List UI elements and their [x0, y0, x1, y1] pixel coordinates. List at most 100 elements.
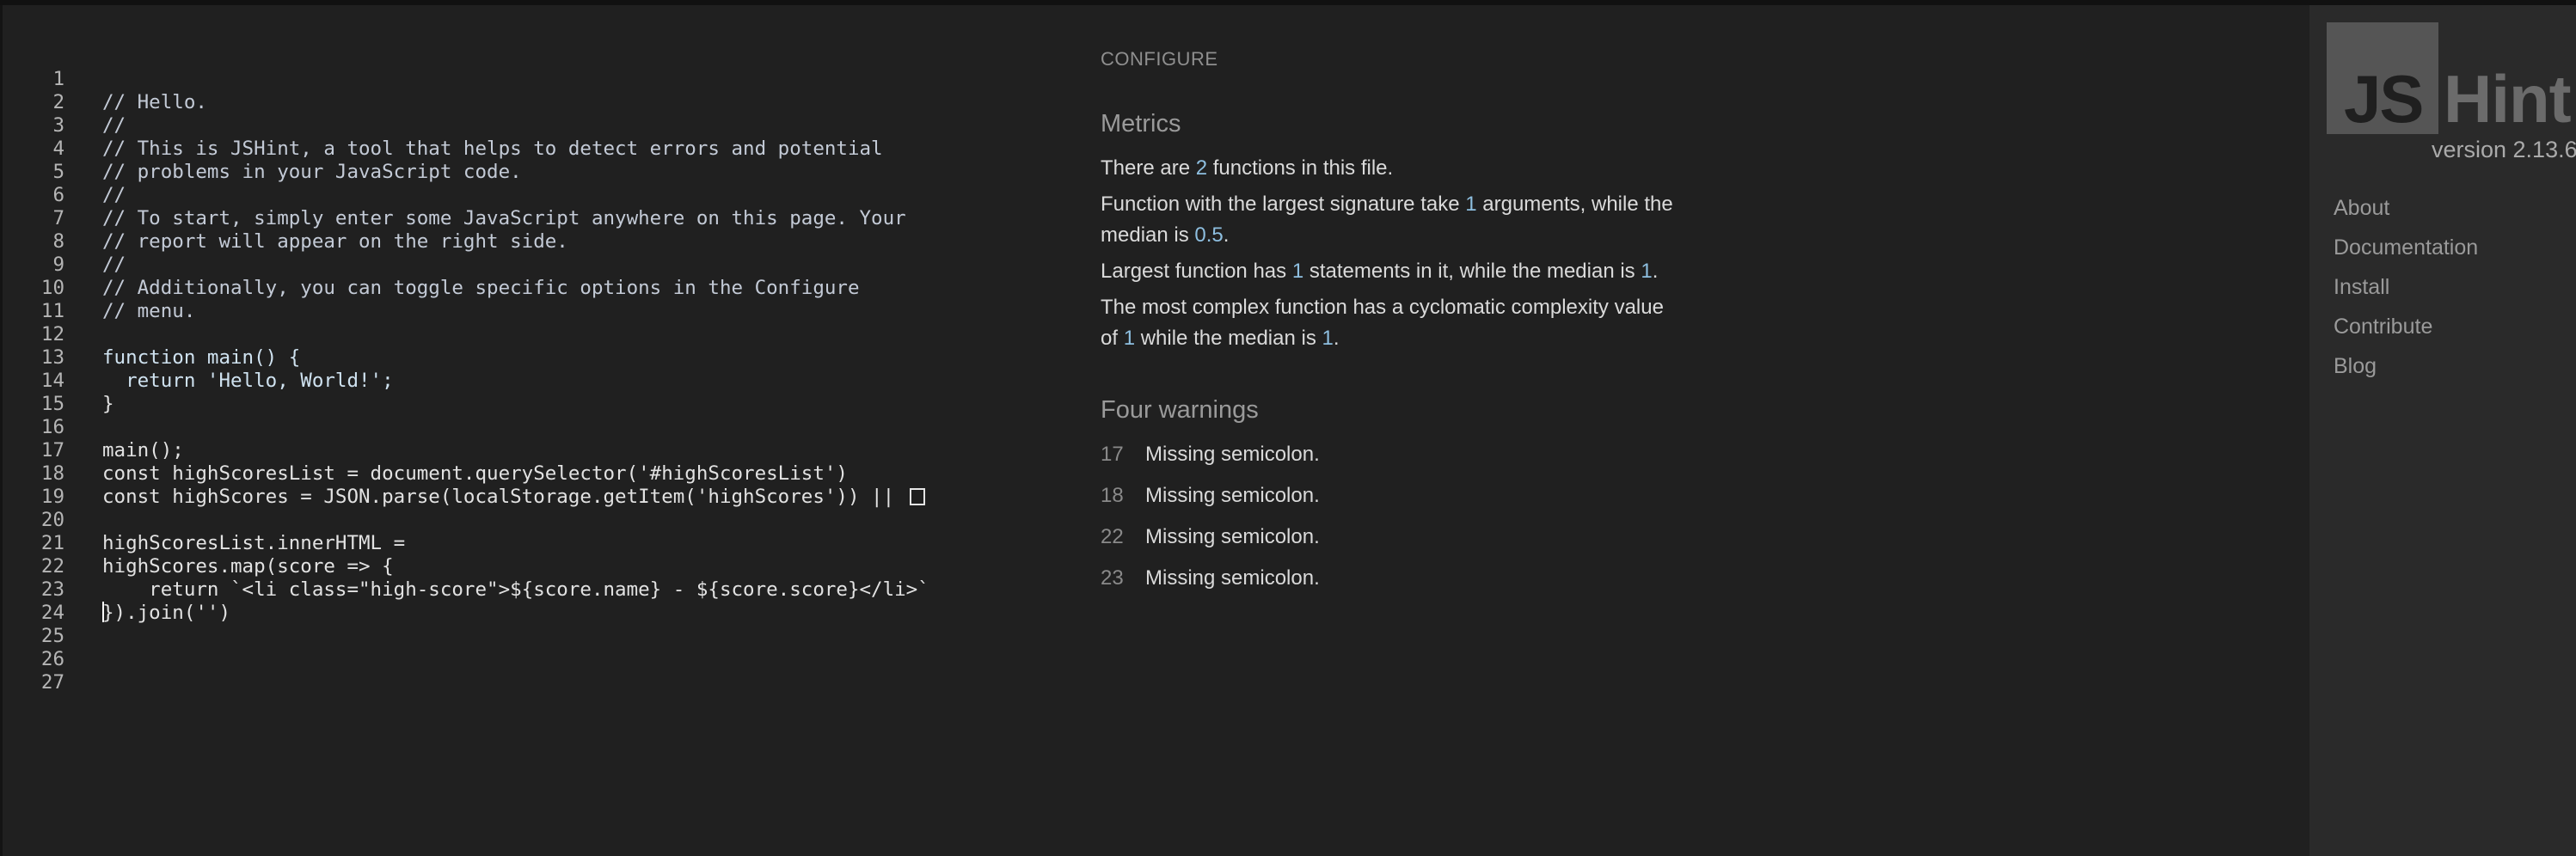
metric-text: functions in this file. — [1207, 156, 1394, 180]
code-line: 1 // Hello. — [3, 45, 206, 113]
logo-js-text[interactable]: JS — [2344, 65, 2424, 132]
code-line: 9 // Additionally, you can toggle specif… — [3, 230, 859, 299]
warning-item[interactable]: 22 Missing semicolon. — [1101, 525, 1320, 549]
code-line: 2 // — [3, 68, 126, 137]
metric-text: Function with the largest signature take — [1101, 193, 1466, 216]
code-text[interactable]: highScores.map(score => { — [102, 555, 394, 578]
code-text[interactable]: } — [102, 393, 114, 416]
code-line: 24 — [3, 578, 64, 624]
metric-value: 1 — [1465, 193, 1477, 216]
code-line: 27 — [3, 648, 64, 694]
code-text[interactable]: // report will appear on the right side. — [102, 230, 568, 254]
code-line: 10 // menu. — [3, 254, 195, 322]
metric-text: median is — [1101, 223, 1195, 247]
metric-value: 1 — [1322, 327, 1334, 350]
code-line: 16 main(); — [3, 393, 184, 462]
code-text[interactable]: return `<li class="high-score">${score.n… — [102, 578, 929, 602]
code-line: 7 // report will appear on the right sid… — [3, 184, 567, 253]
metric-text: There are — [1101, 156, 1196, 180]
code-text[interactable]: // — [102, 254, 126, 277]
nav-about[interactable]: About — [2334, 196, 2389, 221]
metric-text: arguments, while the — [1476, 193, 1673, 216]
code-line: 3 // This is JSHint, a tool that helps t… — [3, 91, 882, 160]
metric-text: . — [1652, 260, 1659, 283]
warning-item[interactable]: 18 Missing semicolon. — [1101, 484, 1320, 508]
code-line: 25 — [3, 602, 64, 647]
code-line: 26 — [3, 625, 64, 670]
metrics-title: Metrics — [1101, 110, 1181, 138]
code-text[interactable]: function main() { — [102, 346, 300, 370]
warning-line-number: 17 — [1101, 443, 1124, 466]
code-text[interactable]: }).join('') — [102, 602, 230, 625]
warning-item[interactable]: 23 Missing semicolon. — [1101, 566, 1320, 590]
nav-install[interactable]: Install — [2334, 275, 2389, 300]
bracket-highlight-box — [909, 488, 925, 505]
code-text[interactable]: // Hello. — [102, 91, 207, 114]
code-text[interactable]: main(); — [102, 439, 184, 462]
warning-line-number: 18 — [1101, 484, 1124, 507]
metric-value: 0.5 — [1194, 223, 1224, 247]
metric-statements: Largest function has 1 statements in it,… — [1101, 256, 1720, 287]
code-line: 17 const highScoresList = document.query… — [3, 416, 848, 485]
metric-value: 2 — [1195, 156, 1208, 180]
code-line: 20 highScoresList.innerHTML = — [3, 486, 405, 554]
report-panel: CONFIGURE Metrics There are 2 functions … — [1101, 5, 1737, 856]
code-text[interactable]: // problems in your JavaScript code. — [102, 161, 522, 184]
nav-documentation[interactable]: Documentation — [2334, 235, 2478, 260]
metric-function-count: There are 2 functions in this file. — [1101, 153, 1720, 184]
warning-message: Missing semicolon. — [1145, 484, 1320, 507]
metric-value: 1 — [1123, 327, 1136, 350]
code-text[interactable]: return 'Hello, World!'; — [102, 370, 394, 393]
code-segment: }).join('') — [102, 602, 231, 624]
metric-signature: Function with the largest signature take… — [1101, 189, 1720, 251]
nav-blog[interactable]: Blog — [2334, 354, 2377, 379]
code-text[interactable]: // — [102, 114, 126, 138]
code-text[interactable]: // Additionally, you can toggle specific… — [102, 277, 860, 300]
code-line: 13 return 'Hello, World!'; — [3, 323, 394, 392]
logo-hint-text[interactable]: Hint — [2444, 65, 2572, 132]
code-text[interactable]: const highScoresList = document.querySel… — [102, 462, 848, 486]
warning-line-number: 22 — [1101, 525, 1124, 548]
code-text[interactable]: // This is JSHint, a tool that helps to … — [102, 138, 883, 161]
warning-message: Missing semicolon. — [1145, 443, 1320, 466]
metric-text: . — [1333, 327, 1340, 350]
configure-button[interactable]: CONFIGURE — [1101, 48, 1218, 70]
code-line: 18 const highScores = JSON.parse(localSt… — [3, 439, 925, 508]
warning-message: Missing semicolon. — [1145, 566, 1320, 590]
code-line: 11 — [3, 277, 64, 322]
code-line: 19 — [3, 462, 64, 508]
code-line: 8 // — [3, 207, 126, 276]
sidebar: JS Hint version 2.13.6 About Documentati… — [2309, 5, 2576, 856]
code-text[interactable]: // menu. — [102, 300, 195, 323]
code-segment: const highScores = JSON.parse(localStora… — [102, 486, 906, 508]
code-line: 23 }).join('') — [3, 555, 230, 624]
code-line: 5 // — [3, 138, 126, 206]
code-line: 21 highScores.map(score => { — [3, 509, 394, 578]
warnings-title: Four warnings — [1101, 396, 1259, 424]
metric-complexity: The most complex function has a cyclomat… — [1101, 292, 1720, 354]
metric-text: The most complex function has a cyclomat… — [1101, 296, 1664, 319]
code-line: 4 // problems in your JavaScript code. — [3, 114, 521, 183]
metric-value: 1 — [1291, 260, 1304, 283]
metric-value: 1 — [1641, 260, 1653, 283]
warning-line-number: 23 — [1101, 566, 1124, 590]
line-number: 27 — [40, 671, 64, 694]
metric-text: Largest function has — [1101, 260, 1292, 283]
metric-text: while the median is — [1135, 327, 1322, 350]
code-text[interactable]: const highScores = JSON.parse(localStora… — [102, 486, 925, 509]
code-text[interactable]: // To start, simply enter some JavaScrip… — [102, 207, 906, 230]
code-text[interactable]: // — [102, 184, 126, 207]
metric-text: . — [1223, 223, 1230, 247]
code-line: 15 — [3, 370, 64, 415]
code-line: 22 return `<li class="high-score">${scor… — [3, 532, 929, 601]
nav-contribute[interactable]: Contribute — [2334, 315, 2432, 339]
code-line: 14 } — [3, 346, 114, 415]
code-line: 12 function main() { — [3, 300, 300, 369]
metric-text: statements in it, while the median is — [1303, 260, 1641, 283]
warning-item[interactable]: 17 Missing semicolon. — [1101, 443, 1320, 467]
version-label: version 2.13.6 — [2432, 137, 2576, 162]
warning-message: Missing semicolon. — [1145, 525, 1320, 548]
metric-text: of — [1101, 327, 1124, 350]
code-editor[interactable]: 1 // Hello. 2 // 3 // This is JSHint, a … — [3, 5, 1069, 856]
code-text[interactable]: highScoresList.innerHTML = — [102, 532, 405, 555]
